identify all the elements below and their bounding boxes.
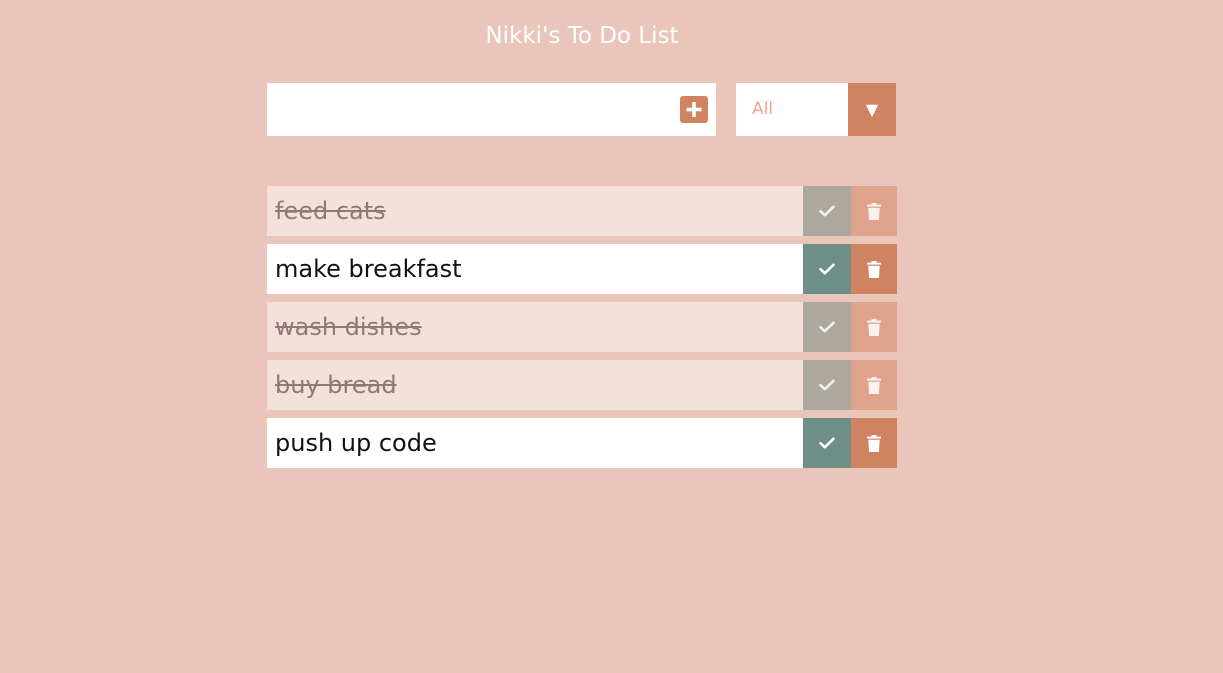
check-icon <box>819 263 835 275</box>
todo-text: make breakfast <box>275 255 462 283</box>
todo-input-box <box>267 83 716 136</box>
delete-button[interactable] <box>851 418 897 468</box>
todo-app: Nikki's To Do List All ▼ feed cats make b… <box>0 0 1223 673</box>
check-icon <box>819 379 835 391</box>
chevron-down-icon[interactable]: ▼ <box>848 83 896 136</box>
todo-text: buy bread <box>275 371 397 399</box>
header: Nikki's To Do List <box>267 20 897 52</box>
add-todo-button[interactable] <box>680 96 708 123</box>
trash-icon <box>867 260 881 278</box>
complete-button[interactable] <box>803 244 851 294</box>
delete-button[interactable] <box>851 360 897 410</box>
todo-input[interactable] <box>267 83 667 136</box>
trash-icon <box>867 202 881 220</box>
todo-text: wash dishes <box>275 313 422 341</box>
page-title: Nikki's To Do List <box>485 23 679 49</box>
complete-button[interactable] <box>803 360 851 410</box>
trash-icon <box>867 376 881 394</box>
todo-item: make breakfast <box>267 244 897 294</box>
delete-button[interactable] <box>851 244 897 294</box>
trash-icon <box>867 434 881 452</box>
trash-icon <box>867 318 881 336</box>
filter-selected-value: All <box>752 99 774 119</box>
todo-text: push up code <box>275 429 437 457</box>
todo-item: push up code <box>267 418 897 468</box>
todo-form: All ▼ <box>267 83 897 136</box>
complete-button[interactable] <box>803 186 851 236</box>
complete-button[interactable] <box>803 302 851 352</box>
complete-button[interactable] <box>803 418 851 468</box>
todo-item: feed cats <box>267 186 897 236</box>
delete-button[interactable] <box>851 302 897 352</box>
check-icon <box>819 205 835 217</box>
filter-select[interactable]: All ▼ <box>736 83 896 136</box>
plus-icon <box>686 102 702 117</box>
check-icon <box>819 437 835 449</box>
check-icon <box>819 321 835 333</box>
todo-list: feed cats make breakfast wash dishes buy br… <box>267 186 897 476</box>
delete-button[interactable] <box>851 186 897 236</box>
todo-item: buy bread <box>267 360 897 410</box>
todo-item: wash dishes <box>267 302 897 352</box>
todo-text: feed cats <box>275 197 386 225</box>
